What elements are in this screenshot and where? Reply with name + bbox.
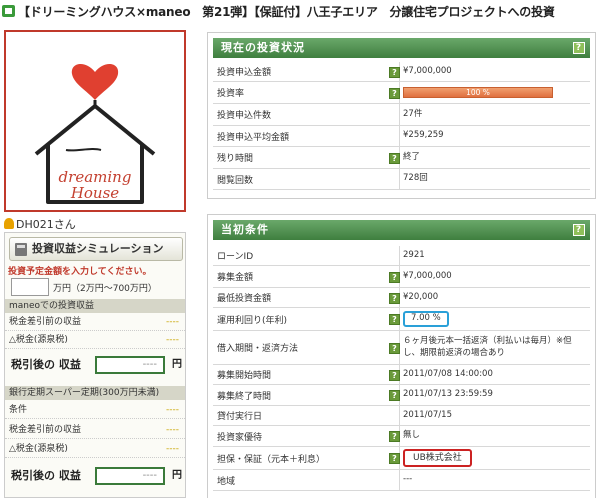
status-row: 閲覧回数 728回 <box>213 169 590 190</box>
user-name[interactable]: DH021さん <box>4 216 76 232</box>
bank-condition-row: 条件 ---- <box>5 401 185 419</box>
terms-row: 地域 --- <box>213 470 590 491</box>
maneo-net-row: 税引後の 収益 ---- 円 <box>5 353 185 377</box>
status-value: ¥259,259 <box>403 130 444 141</box>
status-value: ¥7,000,000 <box>403 65 452 76</box>
status-row: 投資申込件数 27件 <box>213 104 590 126</box>
terms-label: 運用利回り(年利) <box>217 315 288 326</box>
page-title: 【ドリーミングハウス×maneo 第21弾】【保証付】八王子エリア 分譲住宅プロ… <box>2 3 598 23</box>
terms-value: 2011/07/15 <box>403 409 452 420</box>
logo-word-2: House <box>70 184 119 202</box>
terms-row: ローンID 2921 <box>213 246 590 266</box>
help-icon[interactable]: ? <box>389 343 400 354</box>
help-icon[interactable]: ? <box>389 272 400 283</box>
project-logo: dreaming House <box>4 30 186 212</box>
terms-row: 最低投資金額? ¥20,000 <box>213 288 590 308</box>
status-row: 投資申込金額? ¥7,000,000 <box>213 62 590 82</box>
status-header: 現在の投資状況? <box>213 38 590 58</box>
status-row: 投資申込平均金額 ¥259,259 <box>213 126 590 147</box>
terms-row: 募集開始時間? 2011/07/08 14:00:00 <box>213 365 590 385</box>
help-icon[interactable]: ? <box>573 42 585 54</box>
status-label: 投資率 <box>217 89 245 99</box>
bank-net-row: 税引後の 収益 ---- 円 <box>5 464 185 488</box>
status-row: 残り時間? 終了 <box>213 147 590 169</box>
status-value: 27件 <box>403 108 423 119</box>
terms-row: 投資家優待? 無し <box>213 426 590 447</box>
amount-unit: 万円（2万円〜700万円） <box>53 284 157 294</box>
terms-value: 2011/07/13 23:59:59 <box>403 389 493 400</box>
help-icon[interactable]: ? <box>389 370 400 381</box>
bank-pretax-row: 税金差引前の収益 ---- <box>5 421 185 439</box>
help-icon[interactable]: ? <box>389 293 400 304</box>
terms-row: 募集金額? ¥7,000,000 <box>213 266 590 288</box>
simulation-panel: 投資収益シミュレーション 投資予定金額を入力してください。 万円（2万円〜700… <box>4 232 186 498</box>
terms-label: 担保・保証（元本＋利息） <box>217 454 326 465</box>
terms-row: 運用利回り(年利)? 7.00 % <box>213 308 590 331</box>
terms-value: 2011/07/08 14:00:00 <box>403 368 493 379</box>
status-label: 残り時間 <box>217 154 254 164</box>
dreaming-house-logo: dreaming House <box>34 63 156 204</box>
help-icon[interactable]: ? <box>389 67 400 78</box>
status-label: 投資申込金額 <box>217 68 272 78</box>
status-panel: 現在の投資状況? 投資申込金額? ¥7,000,000 投資率? 100 % 投資申込件… <box>207 32 596 199</box>
maneo-section-header: maneoでの投資収益 <box>5 299 185 313</box>
heart-icon <box>71 63 119 100</box>
terms-value: 7.00 % <box>403 308 587 330</box>
terms-value: --- <box>403 474 413 485</box>
bank-net-value: ---- <box>95 467 165 485</box>
terms-label: 地域 <box>217 476 236 487</box>
terms-label: 貸付実行日 <box>217 412 263 422</box>
simulation-button[interactable]: 投資収益シミュレーション <box>9 237 183 261</box>
simulation-note: 投資予定金額を入力してください。 <box>8 267 152 277</box>
amount-input[interactable] <box>11 278 49 296</box>
status-value: 728回 <box>403 173 428 184</box>
terms-panel: 当初条件? ローンID 2921 募集金額? ¥7,000,000 最低投資金額? ¥20… <box>207 214 596 498</box>
terms-row: 借入期間・返済方法? ６ヶ月後元本一括返済（利払いは毎月）※但し、期限前返済の場合… <box>213 331 590 365</box>
terms-header: 当初条件? <box>213 220 590 240</box>
terms-value: 2921 <box>403 249 425 260</box>
terms-row: 募集終了時間? 2011/07/13 23:59:59 <box>213 385 590 406</box>
terms-row: 貸付実行日 2011/07/15 <box>213 406 590 426</box>
calculator-icon <box>15 243 27 256</box>
terms-label: 最低投資金額 <box>217 294 272 304</box>
maneo-net-value: ---- <box>95 356 165 374</box>
help-icon[interactable]: ? <box>573 224 585 236</box>
help-icon[interactable]: ? <box>389 88 400 99</box>
status-label: 閲覧回数 <box>217 175 254 186</box>
terms-label: 投資家優待 <box>217 432 263 443</box>
terms-label: 募集金額 <box>217 273 254 283</box>
status-row: 投資率? 100 % <box>213 82 590 104</box>
bank-tax-row: △税金(源泉税) ---- <box>5 440 185 458</box>
terms-value: ¥7,000,000 <box>403 270 452 281</box>
terms-value: UB株式会社 <box>403 447 587 469</box>
status-value: 終了 <box>403 151 421 162</box>
terms-label: 募集終了時間 <box>217 391 272 402</box>
help-icon[interactable]: ? <box>389 431 400 442</box>
help-icon[interactable]: ? <box>389 314 400 325</box>
terms-value: ６ヶ月後元本一括返済（利払いは毎月）※但し、期限前返済の場合あり <box>403 336 572 358</box>
help-icon[interactable]: ? <box>389 453 400 464</box>
terms-label: ローンID <box>217 252 254 262</box>
help-icon[interactable]: ? <box>389 153 400 164</box>
user-icon <box>4 218 14 229</box>
yield-highlight: 7.00 % <box>403 311 449 327</box>
help-icon[interactable]: ? <box>389 390 400 401</box>
terms-label: 借入期間・返済方法 <box>217 344 299 354</box>
guarantor-highlight: UB株式会社 <box>403 448 472 468</box>
maneo-pretax-row: 税金差引前の収益 ---- <box>5 313 185 331</box>
maneo-tax-row: △税金(源泉税) ---- <box>5 331 185 349</box>
status-label: 投資申込平均金額 <box>217 132 290 143</box>
house-icon <box>2 5 15 17</box>
bank-section-header: 銀行定期スーパー定期(300万円未満) <box>5 386 185 400</box>
progress-bar: 100 % <box>403 87 553 98</box>
terms-row: 担保・保証（元本＋利息）? UB株式会社 <box>213 447 590 470</box>
terms-label: 募集開始時間 <box>217 371 272 381</box>
terms-value: 無し <box>403 430 421 441</box>
status-label: 投資申込件数 <box>217 111 272 121</box>
status-value: 100 % <box>403 82 587 103</box>
terms-value: ¥20,000 <box>403 291 439 302</box>
